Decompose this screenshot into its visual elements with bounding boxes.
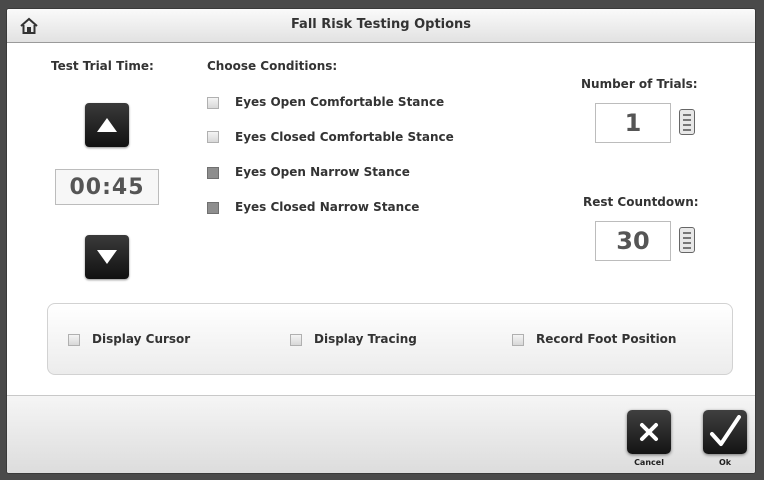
condition-checkbox-eyes-open-narrow[interactable] [207, 167, 219, 179]
display-tracing-checkbox[interactable] [290, 334, 302, 346]
rest-keypad-button[interactable] [679, 227, 695, 253]
cancel-button[interactable] [627, 410, 671, 454]
condition-checkbox-eyes-closed-comfortable[interactable] [207, 131, 219, 143]
test-trial-time-display: 00:45 [55, 169, 159, 205]
number-of-trials-label: Number of Trials: [581, 77, 698, 91]
time-increase-button[interactable] [85, 103, 129, 147]
condition-label-eyes-closed-narrow[interactable]: Eyes Closed Narrow Stance [235, 200, 419, 214]
condition-checkbox-eyes-open-comfortable[interactable] [207, 97, 219, 109]
display-cursor-label[interactable]: Display Cursor [92, 332, 190, 346]
condition-label-eyes-open-narrow[interactable]: Eyes Open Narrow Stance [235, 165, 410, 179]
cancel-button-label: Cancel [634, 458, 664, 467]
record-foot-position-checkbox[interactable] [512, 334, 524, 346]
choose-conditions-label: Choose Conditions: [207, 59, 338, 73]
display-options-panel: Display Cursor Display Tracing Record Fo… [47, 303, 733, 375]
checkmark-icon [710, 415, 741, 446]
test-trial-time-label: Test Trial Time: [51, 59, 154, 73]
title-bar: Fall Risk Testing Options [7, 9, 755, 43]
condition-checkbox-eyes-closed-narrow[interactable] [207, 202, 219, 214]
ok-button[interactable] [703, 410, 747, 454]
display-cursor-checkbox[interactable] [68, 334, 80, 346]
rest-countdown-field[interactable]: 30 [595, 221, 671, 261]
rest-countdown-label: Rest Countdown: [583, 195, 699, 209]
record-foot-position-label[interactable]: Record Foot Position [536, 332, 676, 346]
window-title: Fall Risk Testing Options [290, 17, 472, 32]
close-icon [640, 423, 658, 441]
time-decrease-button[interactable] [85, 235, 129, 279]
number-of-trials-field[interactable]: 1 [595, 103, 671, 143]
action-bar: Cancel Ok [7, 395, 755, 473]
condition-label-eyes-closed-comfortable[interactable]: Eyes Closed Comfortable Stance [235, 130, 454, 144]
arrow-down-icon [97, 250, 117, 264]
display-tracing-label[interactable]: Display Tracing [314, 332, 417, 346]
condition-label-eyes-open-comfortable[interactable]: Eyes Open Comfortable Stance [235, 95, 444, 109]
trials-keypad-button[interactable] [679, 109, 695, 135]
arrow-up-icon [97, 118, 117, 132]
ok-button-label: Ok [718, 458, 732, 467]
fall-risk-options-window: Fall Risk Testing Options Test Trial Tim… [6, 8, 756, 474]
